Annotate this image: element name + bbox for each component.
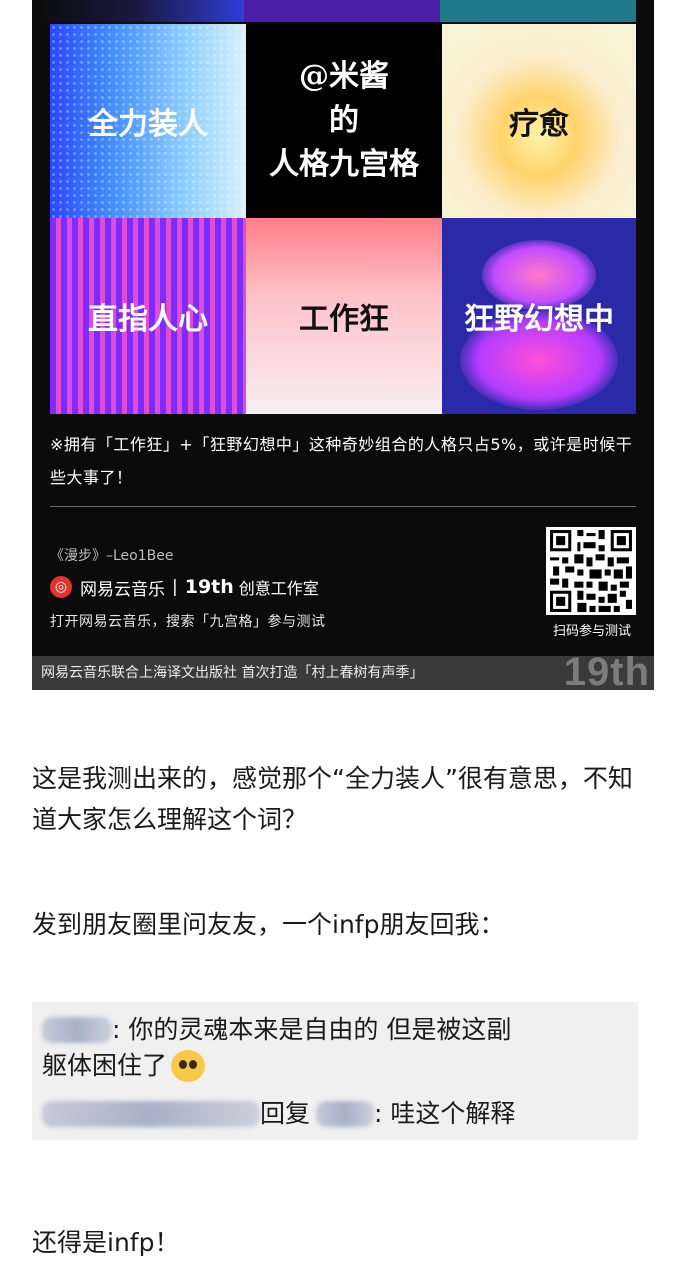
comment-row-continued: 躯体困住了 [42, 1048, 206, 1084]
caption-watermark: 19th [563, 650, 650, 690]
reply-text: : 哇这个解释 [374, 1099, 516, 1128]
post-paragraph: 这是我测出来的，感觉那个“全力装人”很有意思，不知道大家怎么理解这个词？ [32, 764, 633, 834]
image-caption-bar: 网易云音乐联合上海译文出版社 首次打造「村上春树有声季」 19th [32, 650, 654, 690]
brand-studio: 创意工作室 [238, 579, 319, 598]
personality-grid: 全力装人 @米酱 的 人格九宫格 疗愈 直指人心 工作狂 狂野幻想中 [50, 24, 636, 414]
grid-cell-label: 工作狂 [299, 302, 389, 337]
grid-note: ※拥有「工作狂」+「狂野幻想中」这种奇妙组合的人格只占5%，或许是时候干些大事了… [50, 435, 633, 487]
grid-cell-zhizhi: 直指人心 [50, 218, 246, 414]
top-strip [32, 0, 654, 22]
post-image-card[interactable]: 全力装人 @米酱 的 人格九宫格 疗愈 直指人心 工作狂 狂野幻想中 ※拥有「工… [32, 0, 654, 690]
grid-cell-quanli: 全力装人 [50, 24, 246, 218]
test-instruction: 打开网易云音乐，搜索「九宫格」参与测试 [50, 614, 326, 630]
song-credit: 《漫步》–Leo1Bee [50, 548, 174, 564]
post-paragraph: 发到朋友圈里问友友，一个infp朋友回我： [32, 910, 505, 939]
grid-title: @米酱 的 人格九宫格 [269, 59, 419, 182]
grid-cell-gongzuokuang: 工作狂 [246, 218, 442, 414]
brand-tag: 19th [184, 576, 234, 598]
brand-name: 网易云音乐 [80, 579, 165, 600]
netease-music-logo-icon: ◎ [50, 576, 72, 598]
divider [50, 506, 636, 507]
blurred-username [316, 1101, 375, 1127]
blurred-username [42, 1017, 112, 1043]
grid-title-cell: @米酱 的 人格九宫格 [246, 24, 442, 218]
pleading-face-emoji-icon [171, 1050, 206, 1082]
comment-text: 躯体困住了 [42, 1051, 168, 1080]
comment-text: : 你的灵魂本来是自由的 但是被这副 [112, 1015, 512, 1044]
post-paragraph: 还得是infp！ [32, 1228, 180, 1257]
qr-code-icon[interactable] [546, 527, 636, 615]
brand-separator: | [172, 577, 178, 597]
grid-cell-kuangye: 狂野幻想中 [442, 218, 636, 414]
comment-screenshot: : 你的灵魂本来是自由的 但是被这副 躯体困住了 回复 : 哇这个解释 [32, 1002, 638, 1140]
reply-label: 回复 [260, 1099, 311, 1128]
reply-row: 回复 : 哇这个解释 [42, 1096, 515, 1132]
grid-cell-label: 疗愈 [509, 107, 569, 142]
grid-cell-label: 全力装人 [88, 107, 208, 142]
qr-caption: 扫码参与测试 [552, 624, 631, 639]
grid-cell-label: 直指人心 [88, 302, 208, 337]
blurred-username [42, 1101, 260, 1127]
grid-cell-label: 狂野幻想中 [464, 302, 614, 337]
image-caption: 网易云音乐联合上海译文出版社 首次打造「村上春树有声季」 [41, 665, 424, 681]
comment-row: : 你的灵魂本来是自由的 但是被这副 [42, 1012, 511, 1048]
brand-line: ◎ 网易云音乐 | 19th 创意工作室 [50, 574, 319, 600]
grid-cell-liaoyu: 疗愈 [442, 24, 636, 218]
